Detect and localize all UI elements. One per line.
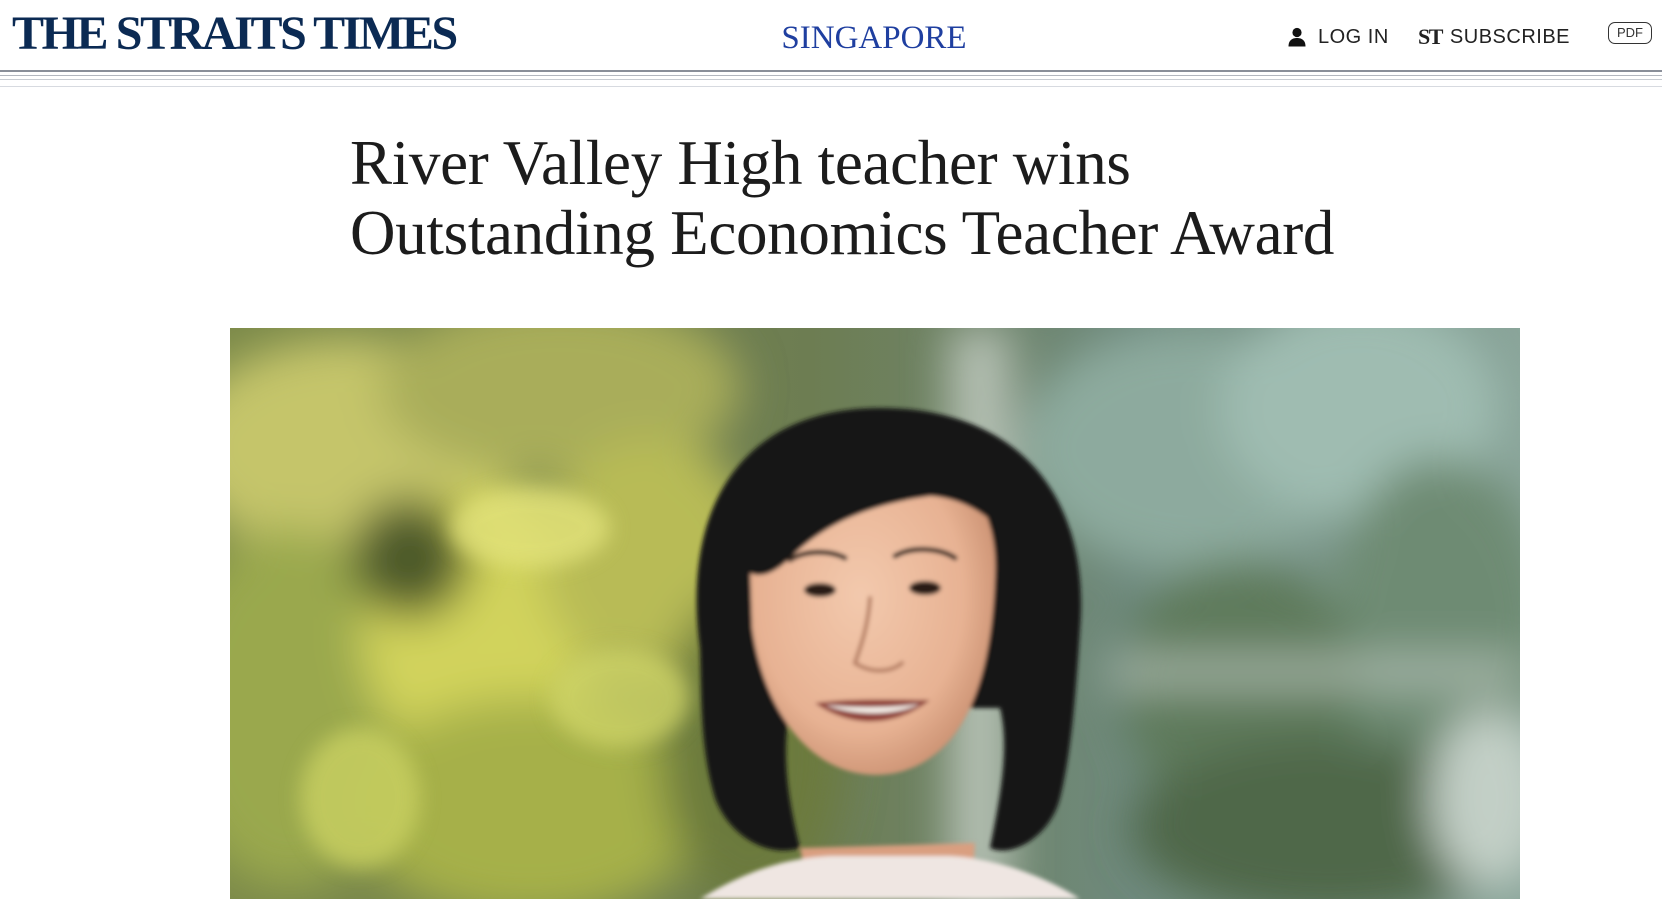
section-link-singapore[interactable]: SINGAPORE [781, 20, 966, 56]
login-button[interactable]: LOG IN [1288, 24, 1389, 50]
article-headline: River Valley High teacher wins Outstandi… [350, 128, 1335, 268]
login-label: LOG IN [1318, 25, 1389, 48]
site-header: THE STRAITS TIMES SINGAPORE LOG IN ST SU… [0, 0, 1662, 70]
subscribe-button[interactable]: ST SUBSCRIBE [1418, 24, 1570, 50]
subscribe-label: SUBSCRIBE [1449, 25, 1571, 48]
user-icon [1288, 27, 1306, 47]
masthead-logo[interactable]: THE STRAITS TIMES [12, 6, 458, 62]
pdf-button[interactable]: PDF [1608, 22, 1652, 44]
hero-photo [230, 328, 1520, 899]
st-logo-icon: ST [1418, 24, 1443, 49]
header-divider [0, 70, 1662, 88]
